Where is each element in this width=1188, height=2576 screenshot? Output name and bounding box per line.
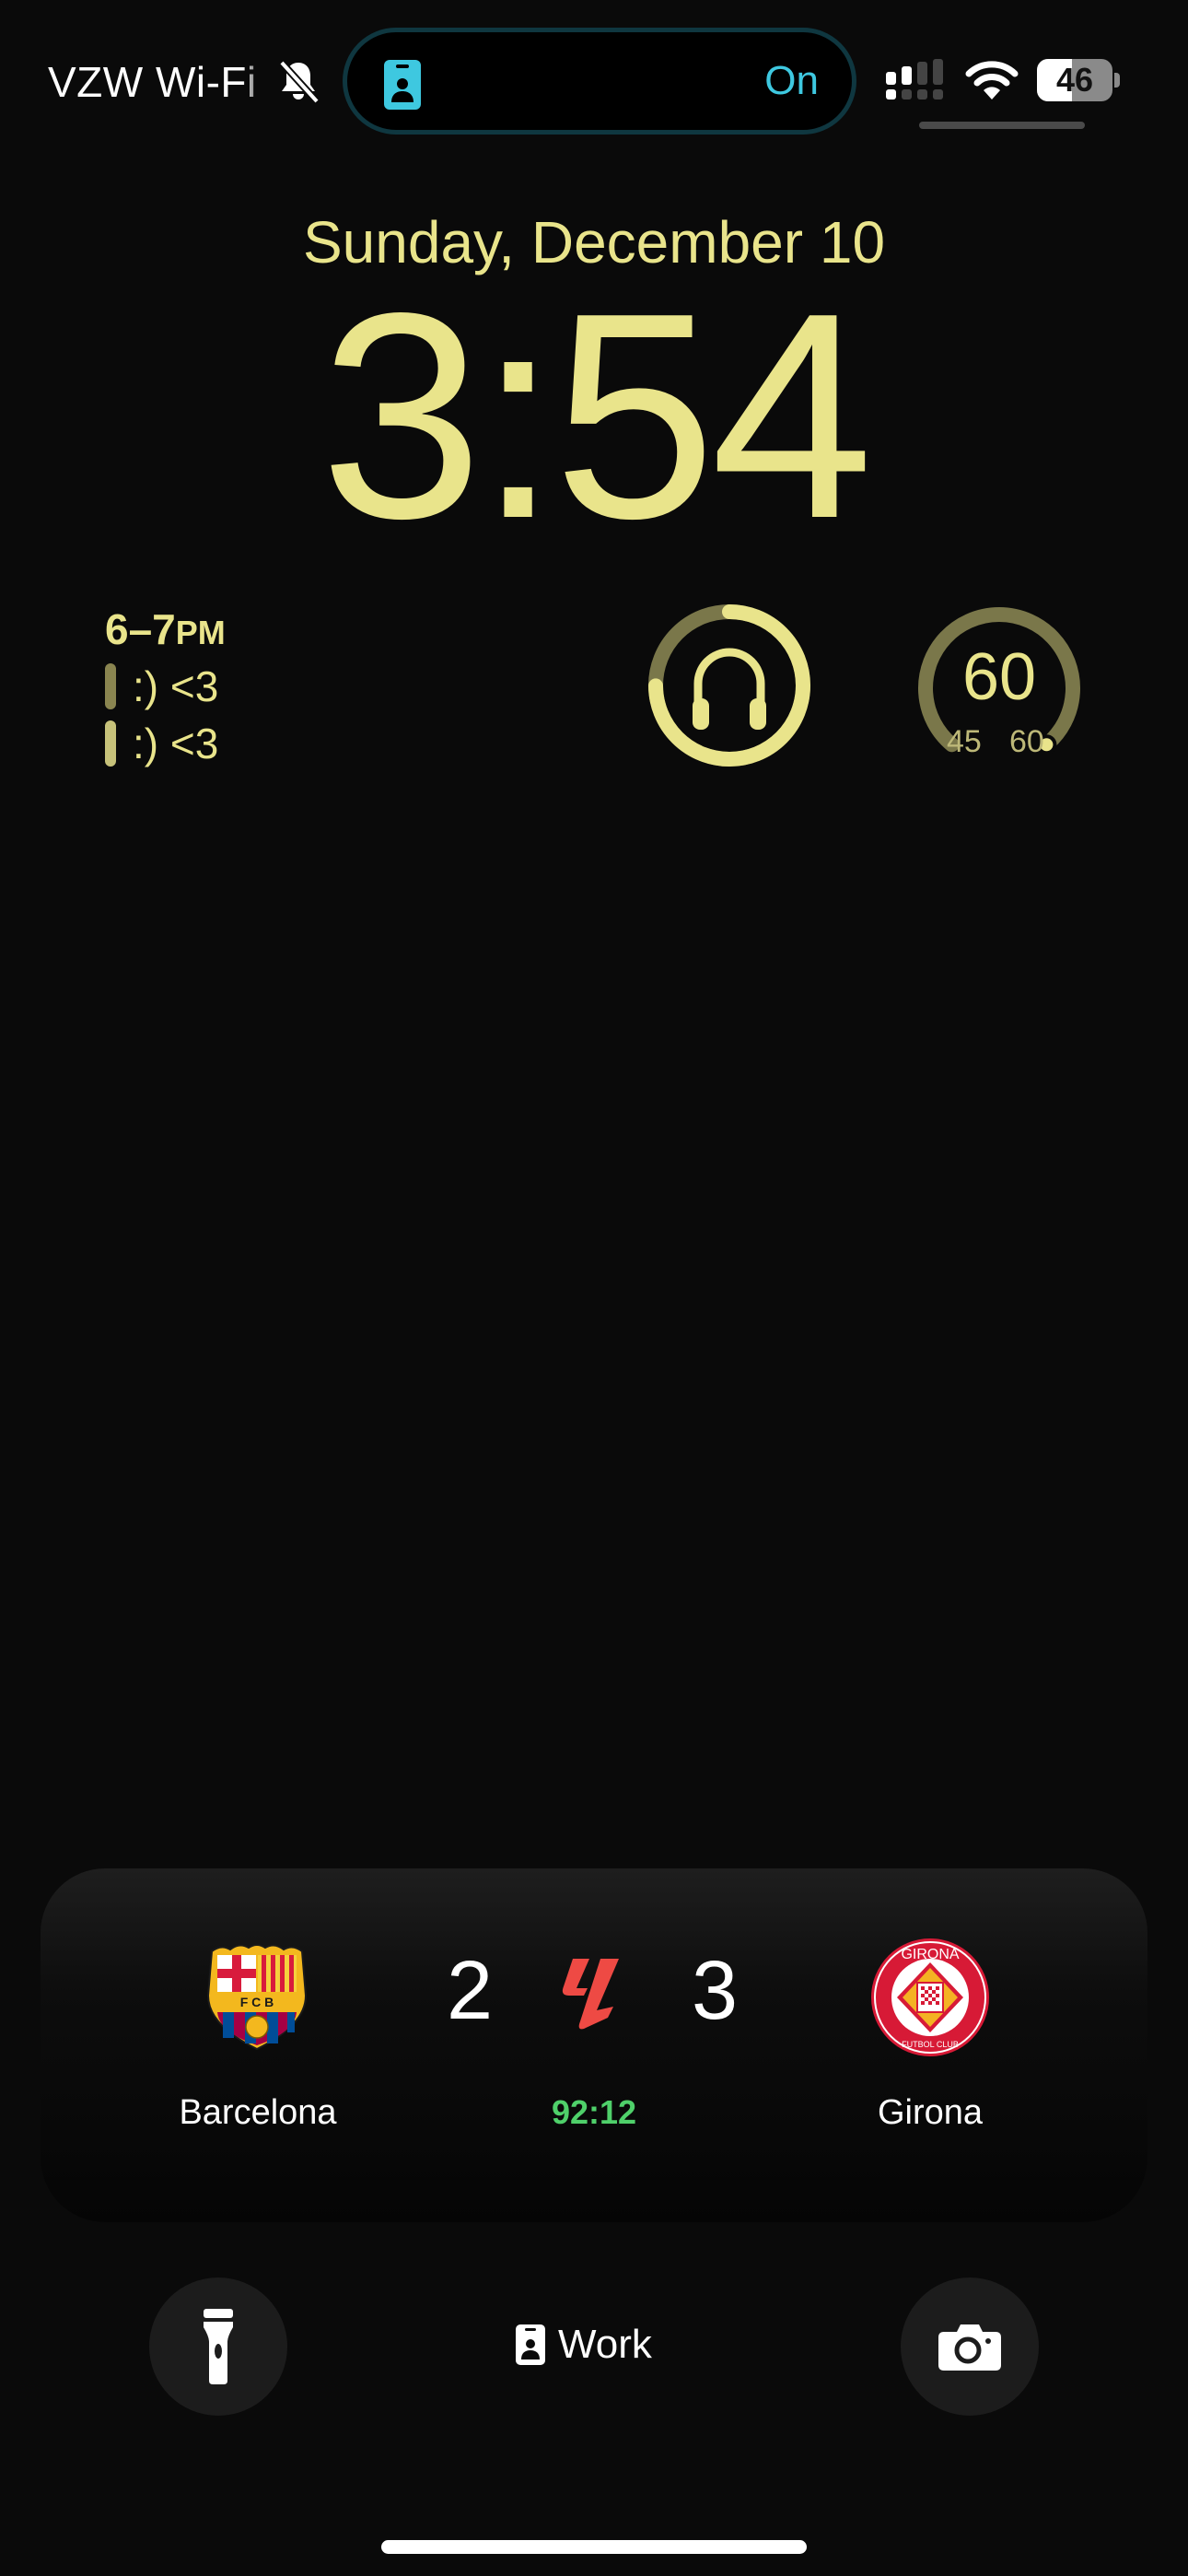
battery-percent: 46 [1055,61,1094,99]
gauge-value: 60 [961,640,1037,714]
person-badge-icon [384,60,421,110]
event-title: :) <3 [133,720,219,767]
event-color-bar [105,720,116,767]
match-clock: 92:12 [551,2093,637,2131]
person-badge-icon [516,2324,545,2365]
calendar-event: :) <3 [105,719,218,768]
headphones-icon [693,648,765,704]
wifi-icon [965,61,1019,100]
flashlight-button[interactable] [149,2277,287,2416]
cellular-signal-icon [886,59,943,100]
bell-slash-icon [279,60,320,104]
camera-icon [938,2324,1001,2371]
svg-text:FUTBOL CLUB: FUTBOL CLUB [902,2040,959,2049]
camera-button[interactable] [901,2277,1039,2416]
away-score: 3 [691,1945,739,2037]
lock-time[interactable]: 3:54 [0,260,1188,573]
gauge-min: 45 [947,724,982,759]
calendar-period: PM [175,614,226,651]
calendar-event: :) <3 [105,662,218,711]
svg-text:F C B: F C B [240,1995,274,2009]
flashlight-icon [204,2309,233,2384]
laliga-logo [562,1959,619,2030]
headphones-battery-widget[interactable] [645,601,814,770]
focus-mode-label: Work [558,2322,652,2367]
battery-indicator: 46 [1037,59,1120,101]
focus-mode-button[interactable]: Work [516,2322,652,2368]
calendar-time: 6–7 [105,605,176,653]
calendar-time-range: 6–7PM [105,604,226,654]
status-underline [919,122,1085,129]
home-score: 2 [446,1945,494,2037]
svg-text:GIRONA: GIRONA [901,1947,959,1962]
fc-barcelona-crest: F C B [206,1944,308,2051]
home-indicator[interactable] [381,2540,807,2554]
carrier-label: VZW Wi-Fi [48,58,257,106]
home-team-name: Barcelona [179,2093,337,2132]
away-team-name: Girona [877,2093,984,2132]
gauge-max: 60 [1009,724,1044,759]
event-color-bar [105,663,116,709]
event-title: :) <3 [133,662,219,710]
dynamic-island[interactable]: On [343,28,856,135]
focus-status-label: On [764,58,819,103]
girona-fc-crest: GIRONA FUTBOL CLUB [871,1938,989,2056]
